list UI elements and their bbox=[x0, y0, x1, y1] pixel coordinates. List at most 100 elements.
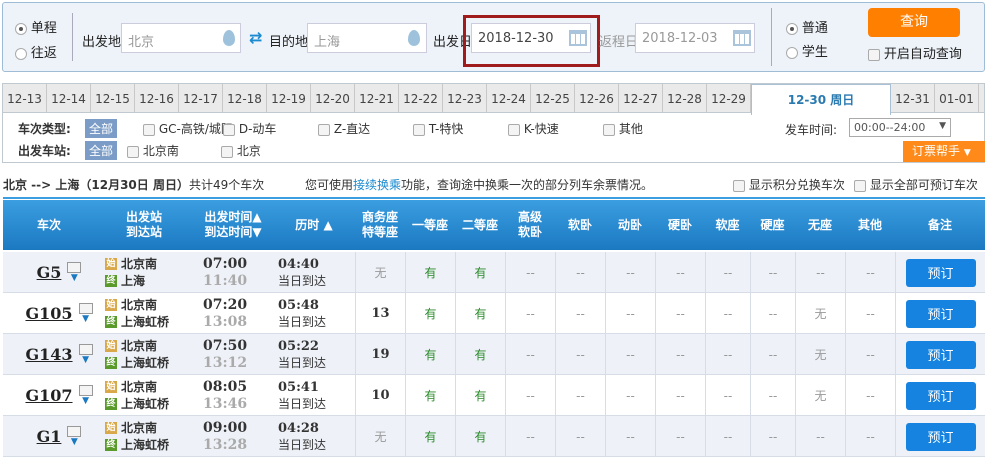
show-points-checkbox[interactable]: 显示积分兑换车次 bbox=[733, 176, 845, 193]
end-badge: 终 bbox=[105, 357, 117, 369]
date-tab[interactable]: 12-17 bbox=[179, 84, 223, 112]
seat-cell: -- bbox=[705, 416, 750, 457]
booking-helper-button[interactable]: 订票帮手 ▼ bbox=[903, 141, 985, 162]
train-number-link[interactable]: G107 bbox=[25, 386, 72, 405]
seat-cell: -- bbox=[750, 334, 795, 375]
book-button[interactable]: 预订 bbox=[905, 299, 976, 328]
trip-oneway-radio[interactable]: 单程 bbox=[15, 17, 57, 36]
duration-cell: 05:41 当日到达 bbox=[278, 379, 327, 411]
divider bbox=[771, 8, 772, 66]
from-label: 出发地 bbox=[82, 35, 122, 50]
date-tab[interactable]: 12-26 bbox=[575, 84, 619, 112]
date-tab[interactable]: 12-15 bbox=[91, 84, 135, 112]
date-tab[interactable]: 12-13 bbox=[3, 84, 47, 112]
type-all-button[interactable]: 全部 bbox=[85, 119, 118, 138]
table-row: G143 ▼ 始北京南终上海虹桥 07:50 13:12 05:22 当日到达 19 有有 -- -… bbox=[3, 334, 985, 375]
transfer-link[interactable]: 接续换乘 bbox=[353, 178, 401, 192]
duration-cell: 04:28 当日到达 bbox=[278, 420, 327, 452]
station-checkbox[interactable]: 北京 bbox=[221, 142, 261, 159]
date-tab[interactable]: 01-01 bbox=[935, 84, 979, 112]
date-tab[interactable]: 12-18 bbox=[223, 84, 267, 112]
date-tab[interactable]: 12-29 bbox=[707, 84, 751, 112]
seat-cell: -- bbox=[505, 293, 555, 334]
start-badge: 始 bbox=[105, 381, 117, 393]
filter-panel: 车次类型: 全部 GC-高铁/城际 D-动车 Z-直达 T-特快 K-快速 其他… bbox=[2, 113, 985, 163]
highlight-box bbox=[463, 15, 600, 67]
chevron-down-icon: ▼ bbox=[963, 148, 971, 158]
date-tab[interactable]: 12-28 bbox=[663, 84, 707, 112]
station-cell: 始北京南终上海 bbox=[105, 256, 158, 288]
date-tab[interactable]: 12-31 bbox=[891, 84, 935, 112]
column-header: 高级 软卧 bbox=[517, 210, 542, 239]
seat-cell: 10 bbox=[355, 375, 405, 416]
book-button[interactable]: 预订 bbox=[905, 340, 976, 369]
date-tab[interactable]: 12-21 bbox=[355, 84, 399, 112]
train-number-link[interactable]: G143 bbox=[25, 345, 72, 364]
seat-cell: 19 bbox=[355, 334, 405, 375]
book-button[interactable]: 预订 bbox=[905, 381, 976, 410]
station-checkbox[interactable]: 北京南 bbox=[127, 142, 179, 159]
date-tab[interactable]: 12-25 bbox=[531, 84, 575, 112]
train-number-link[interactable]: G1 bbox=[37, 427, 62, 446]
time-cell: 08:05 13:46 bbox=[203, 378, 248, 412]
passenger-normal-radio[interactable]: 普通 bbox=[786, 17, 828, 36]
swap-icon[interactable]: ⇄ bbox=[249, 28, 262, 47]
train-type-checkbox[interactable]: 其他 bbox=[603, 120, 643, 137]
show-all-bookable-checkbox[interactable]: 显示全部可预订车次 bbox=[854, 176, 978, 193]
date-tab[interactable]: 12-24 bbox=[487, 84, 531, 112]
train-detail-icon[interactable]: ▼ bbox=[67, 426, 82, 447]
trip-roundtrip-radio[interactable]: 往返 bbox=[15, 42, 57, 61]
train-type-checkbox[interactable]: Z-直达 bbox=[318, 120, 370, 137]
column-header[interactable]: 历时 ▲ bbox=[273, 200, 355, 250]
station-cell: 始北京南终上海虹桥 bbox=[105, 420, 170, 452]
book-button[interactable]: 预订 bbox=[905, 422, 976, 451]
seat-cell: -- bbox=[750, 252, 795, 293]
station-all-button[interactable]: 全部 bbox=[85, 141, 118, 160]
seat-cell: -- bbox=[750, 293, 795, 334]
train-type-checkbox[interactable]: K-快速 bbox=[508, 120, 559, 137]
table-row: G107 ▼ 始北京南终上海虹桥 08:05 13:46 05:41 当日到达 10 有有 -- -… bbox=[3, 375, 985, 416]
seat-cell: -- bbox=[705, 293, 750, 334]
train-detail-icon[interactable]: ▼ bbox=[78, 344, 93, 365]
train-type-checkbox[interactable]: GC-高铁/城际 bbox=[143, 120, 233, 137]
column-header: 二等座 bbox=[461, 217, 498, 232]
location-pin-icon bbox=[223, 30, 235, 46]
seat-cell: 无 bbox=[795, 375, 845, 416]
query-button[interactable]: 查询 bbox=[868, 8, 960, 37]
train-detail-icon[interactable]: ▼ bbox=[78, 385, 93, 406]
date-tab[interactable]: 12-20 bbox=[311, 84, 355, 112]
seat-cell: -- bbox=[655, 416, 705, 457]
train-type-checkbox[interactable]: T-特快 bbox=[413, 120, 463, 137]
depart-time-select[interactable]: 00:00--24:00 ▼ bbox=[849, 118, 951, 137]
time-cell: 07:50 13:12 bbox=[203, 337, 248, 371]
station-label: 出发车站: bbox=[18, 144, 71, 158]
start-badge: 始 bbox=[105, 299, 117, 311]
seat-cell: -- bbox=[505, 375, 555, 416]
time-cell: 07:00 11:40 bbox=[203, 255, 248, 289]
date-tab[interactable]: 12-22 bbox=[399, 84, 443, 112]
train-type-label: 车次类型: bbox=[18, 122, 71, 136]
calendar-icon[interactable] bbox=[733, 30, 751, 46]
train-type-checkbox[interactable]: D-动车 bbox=[223, 120, 276, 137]
seat-cell: -- bbox=[750, 375, 795, 416]
passenger-student-radio[interactable]: 学生 bbox=[786, 41, 828, 60]
train-number-link[interactable]: G105 bbox=[25, 304, 72, 323]
auto-query-checkbox[interactable]: 开启自动查询 bbox=[868, 43, 962, 62]
date-tab[interactable]: 12-23 bbox=[443, 84, 487, 112]
seat-cell: -- bbox=[705, 252, 750, 293]
date-tab[interactable]: 12-14 bbox=[47, 84, 91, 112]
station-cell: 始北京南终上海虹桥 bbox=[105, 379, 170, 411]
seat-cell: -- bbox=[605, 416, 655, 457]
seat-cell: -- bbox=[505, 252, 555, 293]
date-tab[interactable]: 12-19 bbox=[267, 84, 311, 112]
train-detail-icon[interactable]: ▼ bbox=[78, 303, 93, 324]
column-header: 硬座 bbox=[760, 217, 785, 232]
train-number-link[interactable]: G5 bbox=[37, 263, 62, 282]
column-header[interactable]: 出发时间▲ 到达时间▼ bbox=[193, 200, 273, 250]
seat-cell: -- bbox=[605, 375, 655, 416]
date-tab[interactable]: 12-16 bbox=[135, 84, 179, 112]
date-tab[interactable]: 12-27 bbox=[619, 84, 663, 112]
train-detail-icon[interactable]: ▼ bbox=[67, 262, 82, 283]
book-button[interactable]: 预订 bbox=[905, 258, 976, 287]
date-tab[interactable]: 12-30 周日 bbox=[751, 84, 891, 115]
